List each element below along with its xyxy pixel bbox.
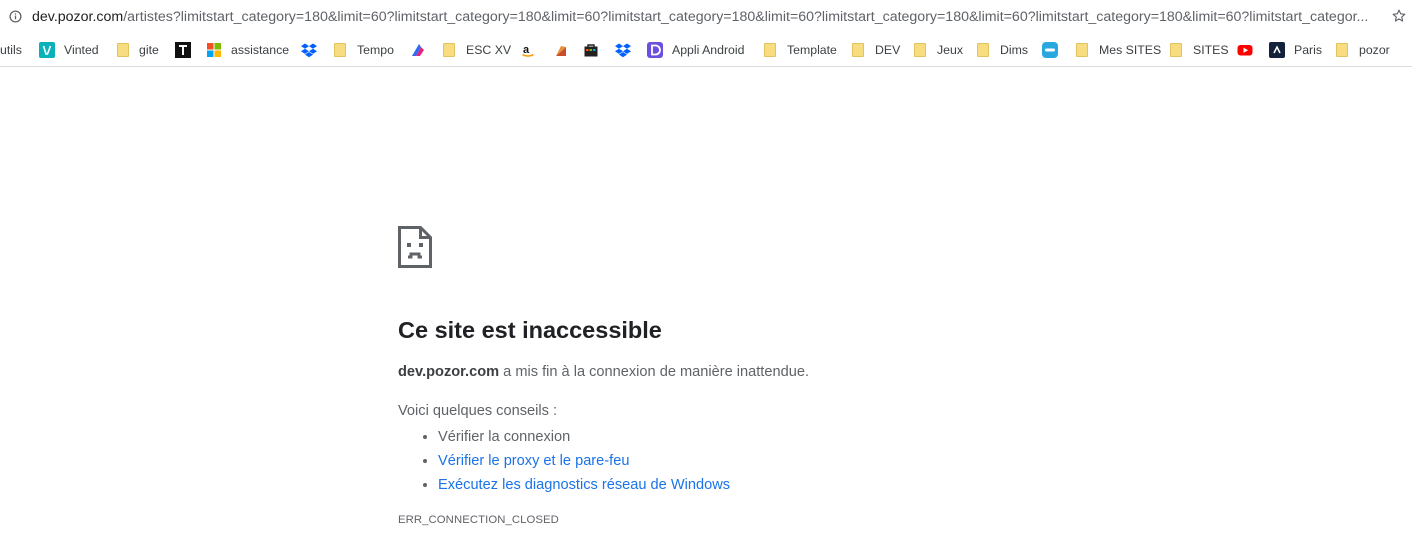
bookmark-bag[interactable] — [583, 41, 599, 59]
bookmark-dropbox[interactable] — [301, 41, 317, 59]
url-path: /artistes?limitstart_category=180&limit=… — [123, 9, 1369, 25]
url-text[interactable]: dev.pozor.com/artistes?limitstart_catego… — [32, 8, 1377, 26]
folder-icon — [1334, 42, 1350, 58]
folder-icon — [975, 42, 991, 58]
suggestion-link-proxy[interactable]: Vérifier le proxy et le pare-feu — [438, 453, 629, 469]
error-title: Ce site est inaccessible — [398, 314, 662, 346]
bookmark-label: assistance — [231, 43, 290, 57]
error-description-text: a mis fin à la connexion de manière inat… — [499, 364, 809, 380]
error-title-text: Ce site est inaccessible — [398, 317, 662, 343]
arrow-logo-icon — [412, 44, 424, 56]
error-code: ERR_CONNECTION_CLOSED — [398, 514, 559, 526]
folder-icon — [1074, 42, 1090, 58]
dropbox-icon — [301, 43, 317, 58]
bookmark-template[interactable]: Template — [762, 41, 837, 59]
bookmark-label: ESC XV — [466, 43, 512, 57]
bookmark-esc-xv[interactable]: ESC XV — [441, 41, 511, 59]
bookmark-label: Dims — [1000, 43, 1029, 57]
bookmark-label: utils — [0, 43, 22, 57]
suggestion-text: Vérifier la connexion — [438, 429, 571, 445]
bookmark-paris[interactable]: Paris — [1269, 41, 1322, 59]
folder-icon — [850, 42, 866, 58]
bookmark-vinted[interactable]: Vinted — [39, 41, 99, 59]
bookmark-tempo[interactable]: Tempo — [332, 41, 394, 59]
suggestions-list: Vérifier la connexion Vérifier le proxy … — [398, 425, 730, 497]
blue-app-icon — [1042, 42, 1058, 58]
bookmark-label: Tempo — [357, 43, 394, 57]
bookmark-label: Appli Android — [672, 43, 745, 57]
star-icon[interactable] — [1391, 8, 1407, 24]
bookmark-label: DEV — [875, 43, 901, 57]
bookmark-dev[interactable]: DEV — [850, 41, 900, 59]
bookmark-red[interactable] — [553, 41, 569, 59]
bookmark-label: pozor — [1359, 43, 1390, 57]
bag-icon — [584, 44, 598, 57]
bookmark-utils[interactable]: utils — [0, 41, 22, 59]
youtube-icon — [1237, 45, 1253, 56]
address-bar[interactable]: dev.pozor.com/artistes?limitstart_catego… — [0, 0, 1412, 34]
bookmark-assistance[interactable]: assistance — [206, 41, 289, 59]
bookmark-blue-app[interactable] — [1042, 41, 1058, 59]
purple-d-icon — [647, 42, 663, 58]
dark-logo-icon — [1269, 42, 1285, 58]
error-description: dev.pozor.com a mis fin à la connexion d… — [398, 362, 809, 382]
sad-page-icon — [398, 226, 432, 268]
svg-text:a: a — [523, 44, 530, 56]
dropbox-icon — [615, 43, 631, 58]
bookmark-mes-sites[interactable]: Mes SITES — [1074, 41, 1161, 59]
bookmark-label: Template — [787, 43, 837, 57]
bookmark-label: gite — [139, 43, 159, 57]
suggestion-diagnostics[interactable]: Exécutez les diagnostics réseau de Windo… — [438, 473, 730, 497]
bookmark-gite[interactable]: gite — [115, 41, 159, 59]
folder-icon — [115, 42, 131, 58]
bookmark-label: Jeux — [937, 43, 963, 57]
bookmark-arrow[interactable] — [410, 41, 426, 59]
suggestion-link-diagnostics[interactable]: Exécutez les diagnostics réseau de Windo… — [438, 477, 730, 493]
bookmark-label: Mes SITES — [1099, 43, 1162, 57]
bookmark-label: Paris — [1294, 43, 1323, 57]
amazon-icon: a — [522, 44, 534, 57]
bookmark-t[interactable] — [175, 41, 191, 59]
bookmark-dropbox-2[interactable] — [615, 41, 631, 59]
folder-icon — [441, 42, 457, 58]
folder-icon — [912, 42, 928, 58]
t-logo-icon — [175, 42, 191, 58]
info-icon[interactable] — [9, 10, 22, 23]
bookmark-sites[interactable]: SITES — [1168, 41, 1229, 59]
suggestion-check-proxy[interactable]: Vérifier le proxy et le pare-feu — [438, 449, 730, 473]
microsoft-icon — [207, 43, 221, 57]
bookmark-jeux[interactable]: Jeux — [912, 41, 963, 59]
bookmark-label: Vinted — [64, 43, 99, 57]
bookmark-label: SITES — [1193, 43, 1229, 57]
folder-icon — [1168, 42, 1184, 58]
bookmark-appli-android[interactable]: Appli Android — [647, 41, 744, 59]
suggestions-heading: Voici quelques conseils : — [398, 403, 558, 419]
url-host: dev.pozor.com — [32, 9, 124, 25]
bookmarks-bar: utils Vinted gite assistance Tempo ESC X… — [0, 34, 1412, 67]
bookmark-dims[interactable]: Dims — [975, 41, 1028, 59]
bookmark-youtube[interactable] — [1237, 41, 1253, 59]
vinted-icon — [39, 42, 55, 58]
suggestion-check-connection: Vérifier la connexion — [438, 425, 730, 449]
folder-icon — [332, 42, 348, 58]
bookmark-amazon[interactable]: a — [520, 41, 536, 59]
bookmark-pozor[interactable]: pozor — [1334, 41, 1390, 59]
error-host: dev.pozor.com — [398, 364, 500, 380]
red-square-icon — [556, 46, 566, 56]
folder-icon — [762, 42, 778, 58]
